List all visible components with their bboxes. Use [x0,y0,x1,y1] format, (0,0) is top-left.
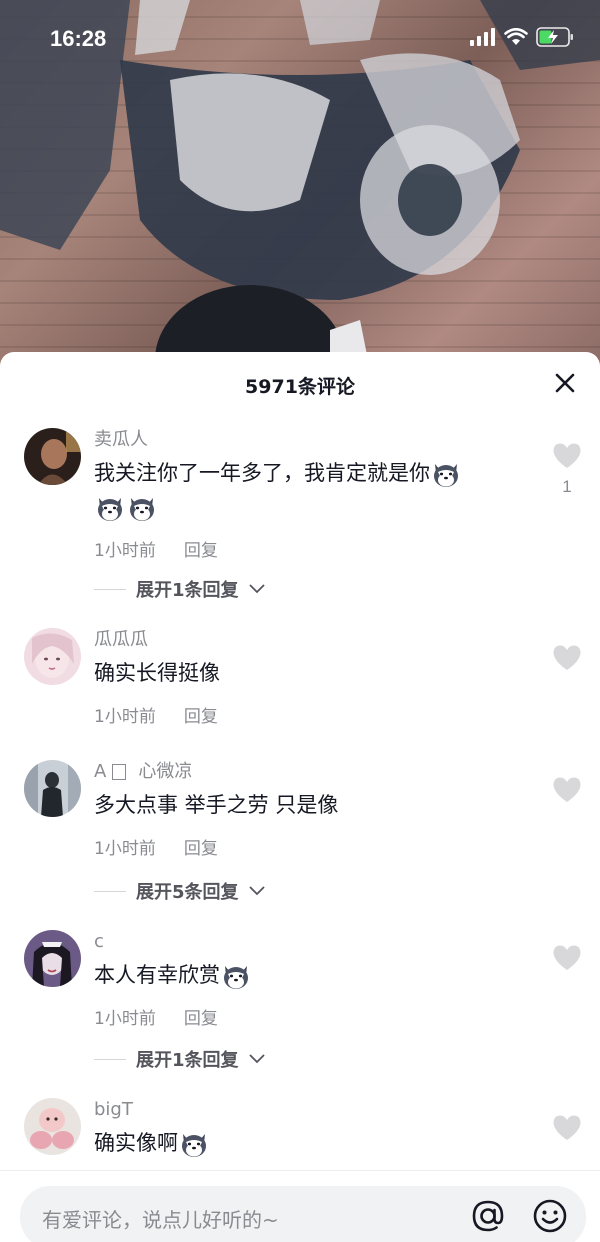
expand-replies-label: 展开5条回复 [136,882,239,903]
husky-emoji [434,464,458,487]
chevron-down-icon [249,584,264,594]
comment-time: 1小时前 [94,541,156,561]
comment-author-line: A 心微凉 [94,760,530,784]
reply-button[interactable]: 回复 [184,536,218,561]
comment-author[interactable]: c [94,930,530,954]
chevron-down-icon [249,886,264,896]
like-button[interactable]: 1 [552,442,582,497]
comment-text: 本人有幸欣赏 [94,958,530,992]
avatar[interactable] [24,428,81,485]
signal-icon [470,28,495,46]
video-background[interactable]: 16:28 [0,0,600,370]
avatar[interactable] [24,628,81,685]
expand-divider [94,890,126,892]
comment-input-placeholder: 有爱评论，说点儿好听的~ [42,1208,279,1232]
comment-text: 我关注你了一年多了，我肯定就是你 [94,456,530,524]
husky-emoji [224,966,248,989]
comment-meta: 1小时前 回复 [94,702,530,727]
heart-icon [553,945,581,970]
missing-glyph-box [112,764,127,780]
expand-replies-button[interactable]: 展开1条回复 [94,576,265,602]
sheet-header: 5971条评论 [0,352,600,414]
like-button[interactable] [552,1114,582,1145]
avatar[interactable] [24,760,81,817]
comment-meta: 1小时前 回复 [94,834,530,859]
like-count: 1 [562,477,572,496]
expand-replies-button[interactable]: 展开1条回复 [94,1046,265,1072]
heart-icon [553,1115,581,1140]
comment-meta: 1小时前 回复 [94,1004,530,1029]
comment-author[interactable]: 心微凉 [138,760,192,784]
comment-author[interactable]: 卖瓜人 [94,428,530,452]
avatar[interactable] [24,1098,81,1155]
like-button[interactable] [552,644,582,675]
wifi-icon [504,28,528,45]
heart-icon [553,645,581,670]
expand-divider [94,1058,126,1060]
comment-time: 1小时前 [94,839,156,859]
comment-time: 1小时前 [94,1009,156,1029]
husky-emoji [98,498,122,521]
comment-text: 确实长得挺像 [94,661,220,685]
reply-button[interactable]: 回复 [184,834,218,859]
emoji-icon[interactable] [532,1198,568,1234]
comment-author-prefix[interactable]: A [94,760,106,784]
husky-emoji [130,498,154,521]
input-divider [0,1170,600,1171]
expand-divider [94,588,126,590]
comment-meta: 1小时前 回复 [94,536,530,561]
comment-text-content: 本人有幸欣赏 [94,963,220,987]
comment-author[interactable]: bigT [94,1098,530,1122]
battery-charging-icon [536,27,573,47]
status-icons [470,27,574,47]
like-button[interactable] [552,776,582,807]
expand-replies-label: 展开1条回复 [136,1050,239,1071]
comment-text-content: 我关注你了一年多了，我肯定就是你 [94,461,430,485]
comment-text-content: 确实像啊 [94,1131,178,1155]
comment-text: 多大点事 举手之劳 只是像 [94,793,339,817]
reply-button[interactable]: 回复 [184,702,218,727]
at-icon[interactable] [470,1198,506,1234]
husky-emoji [182,1134,206,1157]
comment-author[interactable]: 瓜瓜瓜 [94,628,530,652]
reply-button[interactable]: 回复 [184,1004,218,1029]
expand-replies-button[interactable]: 展开5条回复 [94,878,265,904]
status-time: 16:28 [50,26,107,51]
comment-time: 1小时前 [94,707,156,727]
heart-icon [553,443,581,468]
heart-icon [553,777,581,802]
close-icon[interactable] [552,370,578,396]
chevron-down-icon [249,1054,264,1064]
comment-text: 确实像啊 [94,1126,530,1160]
expand-replies-label: 展开1条回复 [136,580,239,601]
avatar[interactable] [24,930,81,987]
comment-input[interactable]: 有爱评论，说点儿好听的~ [20,1186,586,1242]
comment-count-title: 5971条评论 [245,376,355,398]
like-button[interactable] [552,944,582,975]
status-bar: 16:28 [0,0,600,78]
